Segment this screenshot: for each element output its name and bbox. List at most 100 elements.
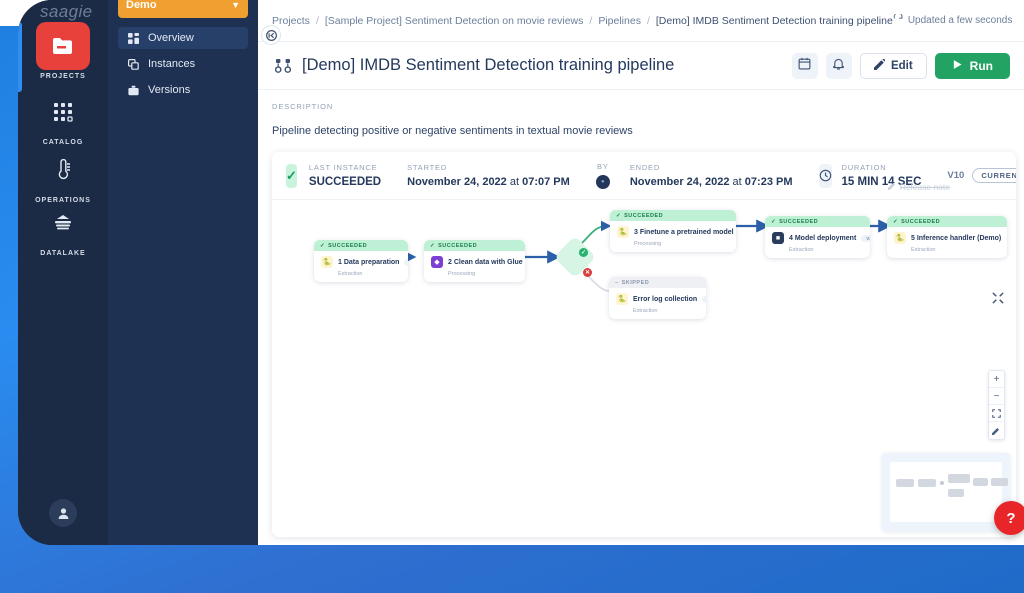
node-name: 3 Finetune a pretrained model xyxy=(634,228,734,236)
terminal-icon: ■ xyxy=(772,232,784,244)
bell-icon xyxy=(832,57,845,75)
node-status-label: SKIPPED xyxy=(621,279,650,286)
zoom-in-button[interactable]: + xyxy=(989,371,1004,388)
breadcrumb-item-pipelines[interactable]: Pipelines xyxy=(598,15,641,27)
ended-value: November 24, 2022 at 07:23 PM xyxy=(630,176,793,188)
pipeline-node[interactable]: ✓ SUCCEEDED 🐍 5 Inference handler (Demo)… xyxy=(887,216,1007,258)
minimap-node xyxy=(948,489,964,497)
thermometer-icon xyxy=(36,146,90,194)
pipeline-node[interactable]: ✓ SUCCEEDED ■ 4 Model deployment V2 Extr… xyxy=(765,216,870,258)
calendar-button[interactable] xyxy=(791,52,818,79)
zoom-out-button[interactable]: − xyxy=(989,388,1004,405)
node-version-badge: V21 xyxy=(404,258,408,266)
zoom-controls: + − xyxy=(988,370,1005,440)
node-body: ◆ 2 Clean data with Glue V4 xyxy=(424,251,525,271)
primary-nav-rail: saagie PROJECTS CATALOG OPERATIONS DATAL… xyxy=(18,0,108,545)
run-button-label: Run xyxy=(969,58,993,73)
node-status-header: ✓ SUCCEEDED xyxy=(887,216,1007,227)
node-subtitle: Extraction xyxy=(338,271,363,277)
minimap-viewport xyxy=(890,462,1008,522)
pipeline-graph[interactable]: ✓ SUCCEEDED 🐍 1 Data preparation V21 Ext… xyxy=(272,200,1016,537)
instance-status-bar: ✓ LAST INSTANCE SUCCEEDED STARTED Novemb… xyxy=(272,152,1016,200)
rail-item-catalog[interactable]: CATALOG xyxy=(18,88,108,146)
node-body: 🐍 1 Data preparation V21 xyxy=(314,251,408,271)
breadcrumb-item-current: [Demo] IMDB Sentiment Detection training… xyxy=(655,14,893,27)
user-avatar-icon[interactable] xyxy=(49,499,77,527)
node-body: ■ 4 Model deployment V2 xyxy=(765,227,870,247)
chevron-down-icon: ▼ xyxy=(231,0,240,10)
graph-minimap[interactable] xyxy=(882,453,1010,531)
version-value: V10 xyxy=(947,170,965,181)
rail-label-projects: PROJECTS xyxy=(40,73,86,80)
python-icon: 🐍 xyxy=(617,226,629,238)
minimap-node xyxy=(991,478,1008,486)
node-name: 4 Model deployment xyxy=(789,234,857,242)
sidebar-item-overview[interactable]: Overview xyxy=(118,27,248,49)
pencil-icon xyxy=(873,58,886,73)
sidebar-item-instances[interactable]: Instances xyxy=(118,53,248,75)
breadcrumb: Projects / [Sample Project] Sentiment De… xyxy=(258,0,1024,42)
play-icon xyxy=(952,59,963,73)
pipeline-node[interactable]: ✓ SUCCEEDED 🐍 3 Finetune a pretrained mo… xyxy=(610,210,736,252)
rail-item-operations[interactable]: OPERATIONS xyxy=(18,146,108,204)
condition-success-icon: ✓ xyxy=(579,248,588,257)
pipeline-node[interactable]: – SKIPPED 🐍 Error log collection V2 Extr… xyxy=(609,277,706,319)
breadcrumb-separator: / xyxy=(589,14,593,27)
app-window: saagie PROJECTS CATALOG OPERATIONS DATAL… xyxy=(18,0,1024,545)
description-label: DESCRIPTION xyxy=(272,102,334,111)
edit-button-label: Edit xyxy=(890,59,913,72)
run-button[interactable]: Run xyxy=(934,52,1010,79)
page-title: [Demo] IMDB Sentiment Detection training… xyxy=(302,56,675,74)
rail-item-datalake[interactable]: DATALAKE xyxy=(18,199,108,257)
ended-date: November 24, 2022 xyxy=(629,176,730,188)
started-at: at xyxy=(509,176,520,188)
sidebar-item-versions[interactable]: Versions xyxy=(118,79,248,101)
project-sidebar: Demo ▼ Overview Instances Versions xyxy=(108,0,258,545)
node-version-badge: V2 xyxy=(861,234,870,242)
started-group: STARTED November 24, 2022 at 07:07 PM xyxy=(407,163,570,188)
grid-icon xyxy=(36,88,90,136)
edit-lock-icon[interactable] xyxy=(989,422,1004,439)
node-body: 🐍 Error log collection V2 xyxy=(609,288,706,308)
grid-squares-icon xyxy=(127,32,140,45)
layers-icon xyxy=(127,58,140,71)
instance-status-value: SUCCEEDED xyxy=(308,176,382,188)
main-content: Projects / [Sample Project] Sentiment De… xyxy=(258,0,1024,545)
rail-item-projects[interactable]: PROJECTS xyxy=(18,22,108,80)
node-status-label: SUCCEEDED xyxy=(901,218,941,225)
avatar[interactable]: ● xyxy=(595,175,610,189)
started-date: November 24, 2022 xyxy=(407,176,507,188)
status-badge: CURRENT xyxy=(972,168,1016,183)
updated-text: Updated a few seconds xyxy=(907,15,1013,26)
breadcrumb-separator: / xyxy=(646,14,650,27)
sidebar-label-versions: Versions xyxy=(148,84,191,96)
help-button[interactable]: ? xyxy=(994,501,1024,535)
breadcrumb-separator: / xyxy=(315,14,319,27)
glue-icon: ◆ xyxy=(431,256,443,268)
node-subtitle: Extraction xyxy=(789,247,814,253)
ended-at: at xyxy=(732,176,742,188)
node-name: 5 Inference handler (Demo) xyxy=(911,234,1002,242)
started-by-group: BY ● xyxy=(595,162,610,189)
alert-button[interactable] xyxy=(825,52,852,79)
breadcrumb-item-project[interactable]: [Sample Project] Sentiment Detection on … xyxy=(325,15,584,27)
fit-screen-icon[interactable] xyxy=(989,405,1004,422)
breadcrumb-item-projects[interactable]: Projects xyxy=(272,15,310,27)
collapse-sidebar-icon[interactable] xyxy=(261,25,281,45)
edit-button[interactable]: Edit xyxy=(859,52,927,79)
node-version-badge: V2 xyxy=(702,295,706,303)
clock-icon xyxy=(818,163,832,188)
node-name: 2 Clean data with Glue xyxy=(448,258,523,266)
saagie-logo: saagie xyxy=(40,2,93,21)
release-note[interactable]: Release note xyxy=(887,182,950,192)
briefcase-icon xyxy=(127,84,140,97)
pipeline-node[interactable]: ✓ SUCCEEDED ◆ 2 Clean data with Glue V4 … xyxy=(424,240,525,282)
project-selector[interactable]: Demo ▼ xyxy=(118,0,248,18)
started-by-label: BY xyxy=(597,162,609,171)
started-value: November 24, 2022 at 07:07 PM xyxy=(407,176,570,188)
expand-icon[interactable] xyxy=(992,292,1004,307)
node-status-label: SUCCEEDED xyxy=(779,218,819,225)
last-instance-group: LAST INSTANCE SUCCEEDED xyxy=(309,163,381,188)
pipeline-node[interactable]: ✓ SUCCEEDED 🐍 1 Data preparation V21 Ext… xyxy=(314,240,408,282)
node-status-label: SUCCEEDED xyxy=(624,212,664,219)
